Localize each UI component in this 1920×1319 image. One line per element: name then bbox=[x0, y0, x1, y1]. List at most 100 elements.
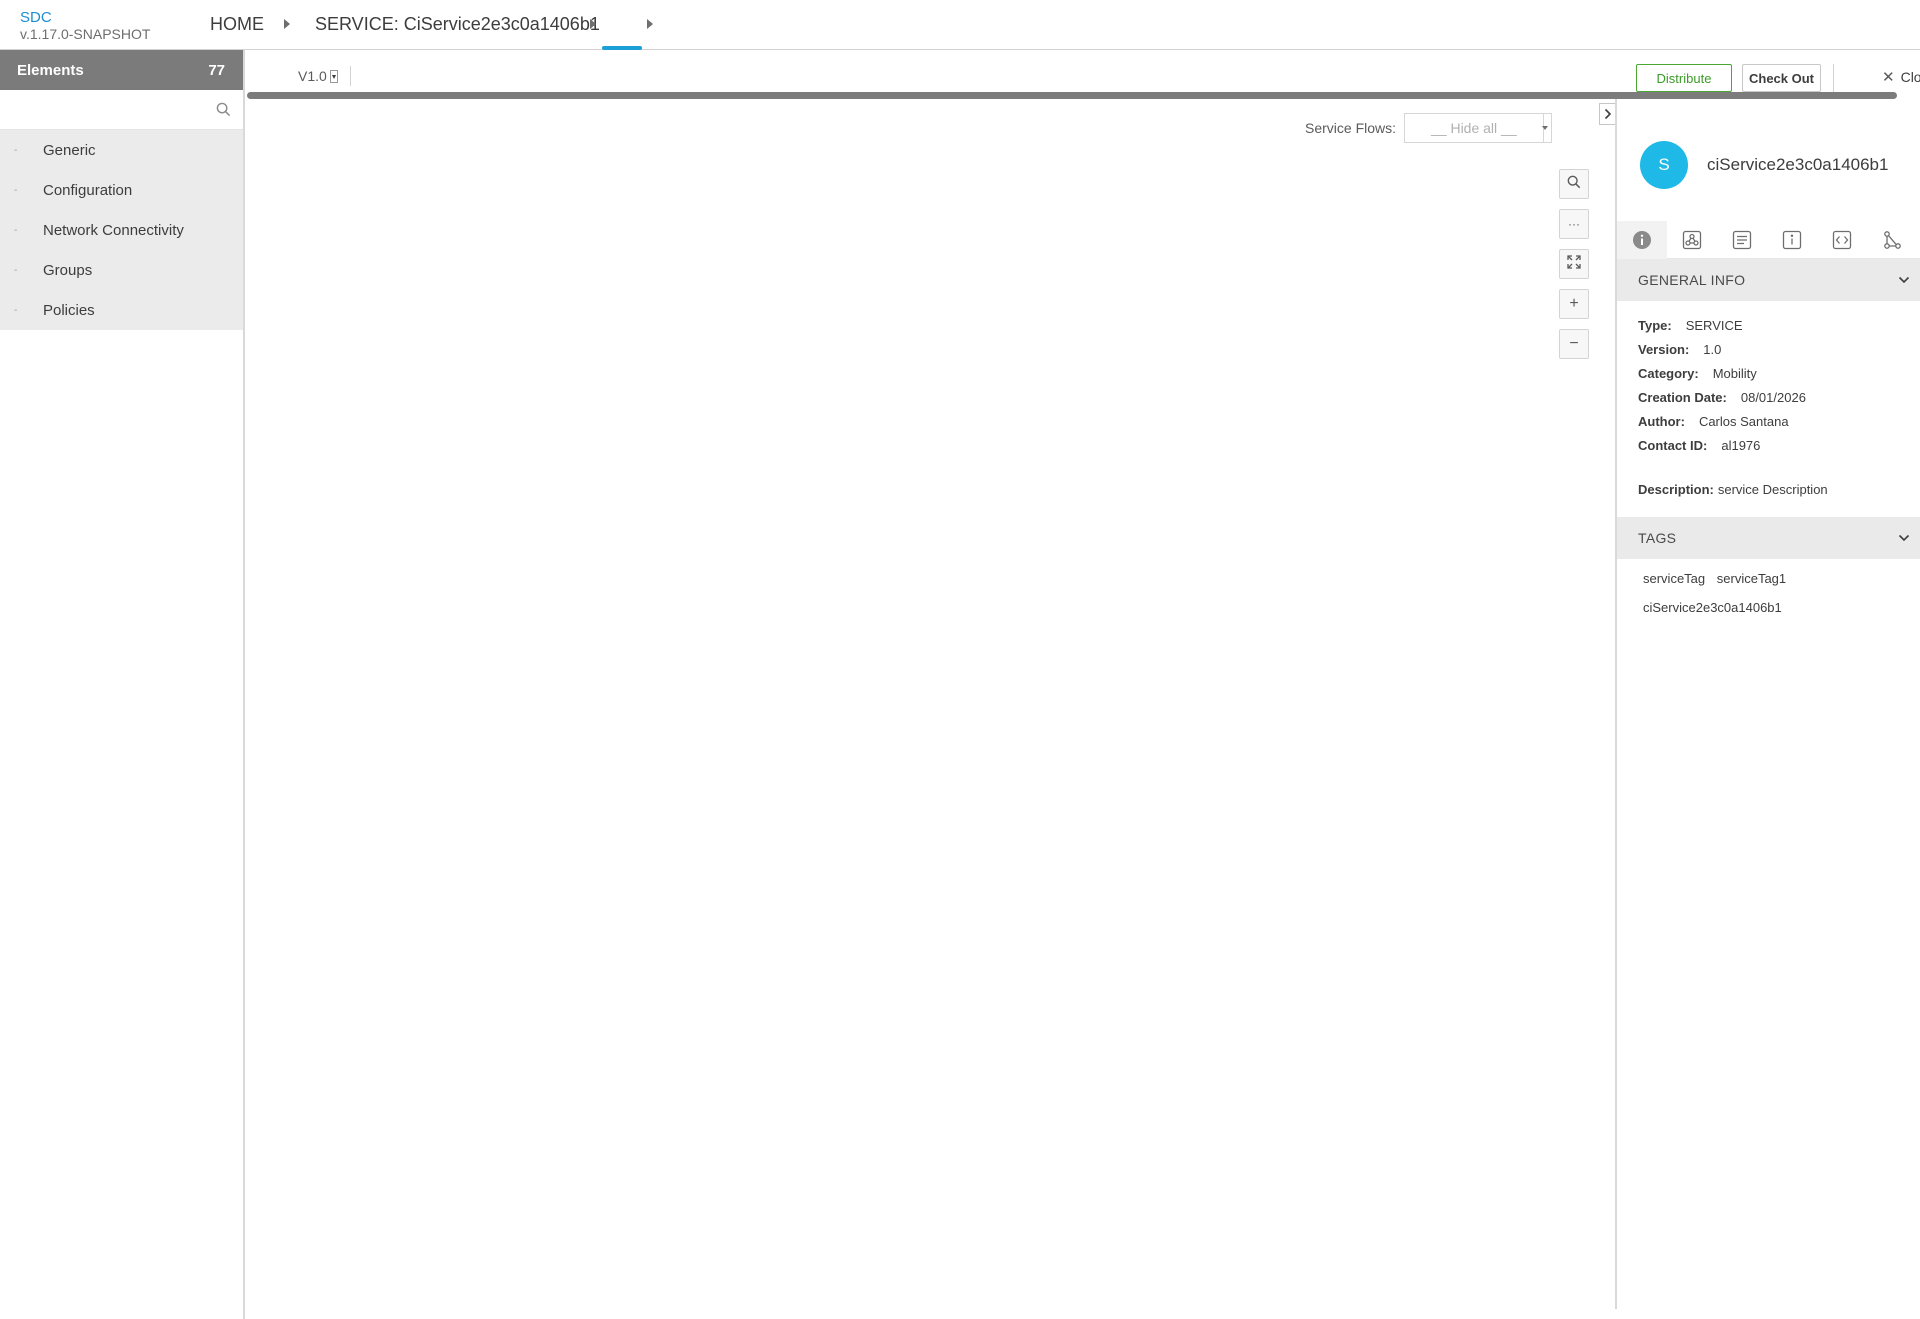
palette-group-label: Configuration bbox=[43, 181, 133, 199]
expand-icon[interactable]: - bbox=[14, 145, 24, 156]
chevron-down-icon bbox=[1898, 534, 1910, 542]
tags-title: TAGS bbox=[1638, 530, 1677, 546]
tab-relations[interactable] bbox=[1867, 221, 1917, 259]
tags-list: serviceTag serviceTag1 ciService2e3c0a14… bbox=[1643, 570, 1913, 628]
breadcrumb-service[interactable]: SERVICE: CiService2e3c0a1406b1 bbox=[315, 14, 600, 35]
palette-count: 77 bbox=[208, 61, 225, 79]
details-panel: S ciService2e3c0a1406b1 GENERAL INFO Typ… bbox=[1615, 99, 1920, 1309]
tab-api[interactable] bbox=[1817, 221, 1867, 259]
palette-group-label: Generic bbox=[43, 141, 96, 159]
version-select[interactable]: V1.0 bbox=[298, 68, 338, 84]
palette-title: Elements bbox=[17, 61, 84, 79]
service-flows-value: __ Hide all __ bbox=[1431, 120, 1517, 136]
chevron-down-icon[interactable] bbox=[329, 69, 338, 83]
breadcrumb-home[interactable]: HOME bbox=[210, 14, 264, 35]
close-label: Clo bbox=[1900, 69, 1920, 85]
info-row-creation-date: Creation Date: 08/01/2026 bbox=[1638, 386, 1806, 410]
more-icon: ··· bbox=[1568, 217, 1580, 231]
canvas-search-button[interactable] bbox=[1559, 169, 1589, 199]
service-name: ciService2e3c0a1406b1 bbox=[1707, 155, 1889, 174]
description-row: Description: service Description bbox=[1638, 482, 1828, 497]
top-header: SDC v.1.17.0-SNAPSHOT HOME SERVICE: CiSe… bbox=[0, 0, 1920, 50]
canvas-fit-button[interactable] bbox=[1559, 249, 1589, 279]
zoom-out-icon: − bbox=[1569, 335, 1579, 352]
canvas-more-button[interactable]: ··· bbox=[1559, 209, 1589, 239]
info-key: Creation Date: bbox=[1638, 390, 1727, 405]
graph-icon bbox=[1884, 231, 1901, 249]
expand-icon[interactable]: - bbox=[14, 225, 24, 236]
info-value: al1976 bbox=[1721, 438, 1761, 453]
horizontal-scrollbar[interactable] bbox=[247, 92, 1897, 99]
expand-icon[interactable]: - bbox=[14, 305, 24, 316]
properties-icon bbox=[1782, 230, 1802, 250]
breadcrumb-arrow-icon[interactable] bbox=[590, 19, 596, 29]
tags-section-header[interactable]: TAGS bbox=[1617, 517, 1920, 559]
palette-search-input[interactable] bbox=[0, 90, 243, 130]
info-key: Category: bbox=[1638, 366, 1699, 381]
info-value: Mobility bbox=[1712, 366, 1757, 381]
palette-group-policies[interactable]: - Policies bbox=[0, 290, 243, 330]
palette-group-configuration[interactable]: - Configuration bbox=[0, 170, 243, 210]
info-key: Contact ID: bbox=[1638, 438, 1708, 453]
tab-composition[interactable] bbox=[1667, 221, 1717, 259]
zoom-out-button[interactable]: − bbox=[1559, 329, 1589, 359]
composition-icon bbox=[1682, 230, 1702, 250]
elements-palette: Elements 77 - Generic - Configuration - … bbox=[0, 50, 245, 1319]
description-key: Description: bbox=[1638, 482, 1714, 497]
tab-general-info[interactable] bbox=[1617, 221, 1667, 259]
info-value: SERVICE bbox=[1685, 318, 1743, 333]
palette-group-label: Groups bbox=[43, 261, 93, 279]
breadcrumb-arrow-icon[interactable] bbox=[647, 19, 653, 29]
close-button[interactable]: ✕ Clo bbox=[1882, 68, 1920, 86]
service-avatar: S bbox=[1640, 141, 1688, 189]
info-row-category: Category: Mobility bbox=[1638, 362, 1806, 386]
info-row-author: Author: Carlos Santana bbox=[1638, 410, 1806, 434]
chevron-down-icon bbox=[1898, 276, 1910, 284]
palette-group-network-connectivity[interactable]: - Network Connectivity bbox=[0, 210, 243, 250]
app-logo[interactable]: SDC v.1.17.0-SNAPSHOT bbox=[20, 9, 150, 42]
distribute-button[interactable]: Distribute bbox=[1636, 64, 1732, 92]
chevron-down-icon bbox=[1542, 126, 1548, 130]
tag-item: serviceTag1 bbox=[1716, 571, 1787, 586]
search-icon[interactable] bbox=[216, 102, 231, 122]
zoom-in-button[interactable]: + bbox=[1559, 289, 1589, 319]
composition-canvas[interactable]: Service Flows: __ Hide all __ ··· + − bbox=[247, 99, 1615, 1309]
palette-header: Elements 77 bbox=[0, 50, 243, 90]
tag-item: serviceTag bbox=[1643, 571, 1706, 586]
toolbar-divider bbox=[1833, 64, 1834, 92]
workspace-toolbar: V1.0 Distribute Check Out ✕ Clo bbox=[247, 50, 1920, 92]
palette-group-label: Network Connectivity bbox=[43, 221, 184, 239]
palette-group-groups[interactable]: - Groups bbox=[0, 250, 243, 290]
app-version: v.1.17.0-SNAPSHOT bbox=[20, 26, 151, 42]
details-tabs bbox=[1617, 221, 1920, 259]
description-value: service Description bbox=[1717, 482, 1828, 497]
app-name: SDC bbox=[20, 9, 52, 26]
check-out-button[interactable]: Check Out bbox=[1742, 64, 1821, 92]
info-row-type: Type: SERVICE bbox=[1638, 314, 1806, 338]
tab-artifacts[interactable] bbox=[1717, 221, 1767, 259]
info-key: Author: bbox=[1638, 414, 1685, 429]
expand-icon[interactable]: - bbox=[14, 265, 24, 276]
info-value: Carlos Santana bbox=[1698, 414, 1789, 429]
toolbar-divider bbox=[350, 66, 351, 86]
general-info-title: GENERAL INFO bbox=[1638, 272, 1746, 288]
tag-item: ciService2e3c0a1406b1 bbox=[1643, 600, 1782, 615]
palette-group-list: - Generic - Configuration - Network Conn… bbox=[0, 130, 243, 330]
close-icon: ✕ bbox=[1882, 69, 1895, 86]
general-info-section-header[interactable]: GENERAL INFO bbox=[1617, 259, 1920, 301]
tab-properties[interactable] bbox=[1767, 221, 1817, 259]
palette-group-label: Policies bbox=[43, 301, 95, 319]
info-value: 08/01/2026 bbox=[1740, 390, 1806, 405]
list-icon bbox=[1732, 230, 1752, 250]
info-icon bbox=[1633, 231, 1651, 249]
breadcrumb-arrow-icon[interactable] bbox=[284, 19, 290, 29]
expand-icon[interactable]: - bbox=[14, 185, 24, 196]
chevron-right-icon bbox=[1604, 108, 1612, 120]
palette-group-generic[interactable]: - Generic bbox=[0, 130, 243, 170]
service-flows-label: Service Flows: bbox=[1305, 120, 1397, 136]
palette-search bbox=[0, 90, 243, 130]
info-key: Type: bbox=[1638, 318, 1672, 333]
service-flows-select[interactable]: __ Hide all __ bbox=[1404, 113, 1552, 143]
info-row-version: Version: 1.0 bbox=[1638, 338, 1806, 362]
search-icon bbox=[1567, 175, 1581, 194]
